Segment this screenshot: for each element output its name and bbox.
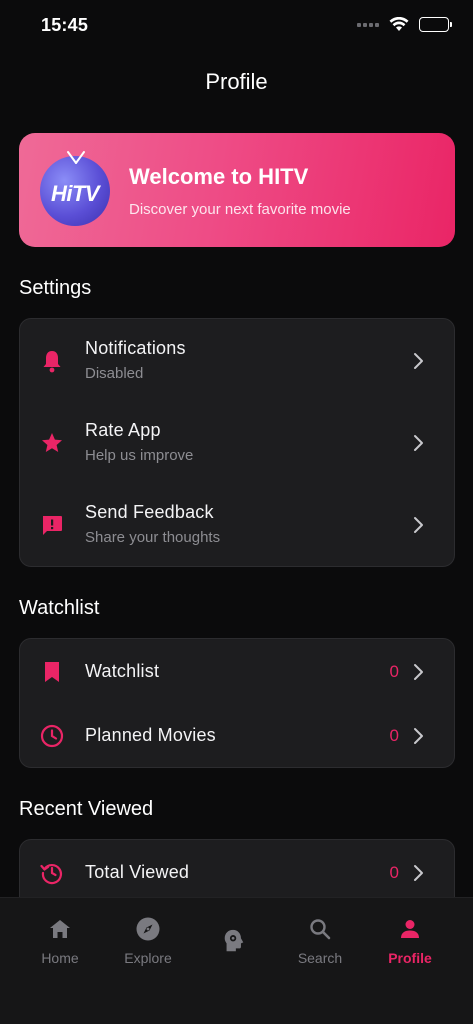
- compass-icon: [135, 916, 161, 942]
- bell-icon: [40, 349, 64, 373]
- rate-app-title: Rate App: [85, 420, 161, 440]
- welcome-banner: HiTV Welcome to HITV Discover your next …: [19, 133, 455, 247]
- tab-search[interactable]: Search: [280, 916, 360, 966]
- notifications-title: Notifications: [85, 338, 186, 358]
- notifications-row[interactable]: Notifications Disabled: [20, 331, 454, 391]
- total-viewed-count: 0: [389, 863, 399, 882]
- tab-profile[interactable]: Profile: [370, 916, 450, 966]
- planned-movies-title: Planned Movies: [85, 725, 216, 745]
- send-feedback-title: Send Feedback: [85, 502, 214, 522]
- watchlist-title: Watchlist: [85, 661, 160, 681]
- tab-profile-label: Profile: [388, 950, 432, 966]
- tab-home[interactable]: Home: [20, 916, 100, 966]
- planned-movies-count: 0: [389, 726, 399, 745]
- chevron-right-icon: [414, 865, 423, 881]
- tab-explore[interactable]: Explore: [108, 916, 188, 966]
- chevron-right-icon: [414, 517, 423, 533]
- search-icon: [307, 916, 333, 942]
- welcome-subtitle: Discover your next favorite movie: [129, 201, 351, 218]
- page-title: Profile: [205, 69, 268, 94]
- status-bar: 15:45: [0, 0, 473, 52]
- total-viewed-title: Total Viewed: [85, 862, 190, 882]
- person-icon: [397, 916, 423, 942]
- cellular-signal-icon: [357, 22, 379, 27]
- watchlist-section-title: Watchlist: [19, 597, 100, 619]
- planned-movies-row[interactable]: Planned Movies 0: [20, 706, 454, 766]
- home-icon: [47, 916, 73, 942]
- notifications-subtitle: Disabled: [85, 365, 144, 382]
- recent-section-title: Recent Viewed: [19, 798, 154, 820]
- antenna-icon: [67, 151, 85, 164]
- watchlist-card: Watchlist 0 Planned Movies 0: [19, 638, 455, 768]
- settings-card: Notifications Disabled Rate App Help us …: [19, 318, 455, 567]
- feedback-icon: [40, 513, 64, 537]
- chevron-right-icon: [414, 664, 423, 680]
- tab-search-label: Search: [297, 950, 343, 966]
- total-viewed-row[interactable]: Total Viewed 0: [20, 843, 454, 903]
- bottom-tab-bar: Home Explore Search Profile: [0, 897, 473, 1024]
- watchlist-count: 0: [389, 662, 399, 681]
- watchlist-row[interactable]: Watchlist 0: [20, 642, 454, 702]
- tab-explore-label: Explore: [124, 950, 172, 966]
- tab-ai[interactable]: [194, 916, 274, 962]
- clock-icon: [40, 724, 64, 748]
- welcome-title: Welcome to HITV: [129, 164, 309, 189]
- battery-icon: [419, 17, 452, 32]
- send-feedback-subtitle: Share your thoughts: [85, 529, 221, 546]
- rate-app-subtitle: Help us improve: [85, 447, 194, 464]
- star-icon: [40, 431, 64, 455]
- status-icons: [357, 17, 452, 32]
- ai-head-icon: [221, 928, 247, 954]
- hitv-logo: HiTV: [40, 151, 110, 226]
- status-time: 15:45: [41, 15, 89, 35]
- settings-section-title: Settings: [19, 277, 92, 299]
- tab-home-label: Home: [41, 950, 79, 966]
- send-feedback-row[interactable]: Send Feedback Share your thoughts: [20, 495, 454, 555]
- logo-text: HiTV: [50, 181, 100, 206]
- history-icon: [40, 861, 64, 885]
- chevron-right-icon: [414, 728, 423, 744]
- chevron-right-icon: [414, 435, 423, 451]
- rate-app-row[interactable]: Rate App Help us improve: [20, 413, 454, 473]
- wifi-icon: [389, 17, 409, 31]
- chevron-right-icon: [414, 353, 423, 369]
- bookmark-icon: [40, 660, 64, 684]
